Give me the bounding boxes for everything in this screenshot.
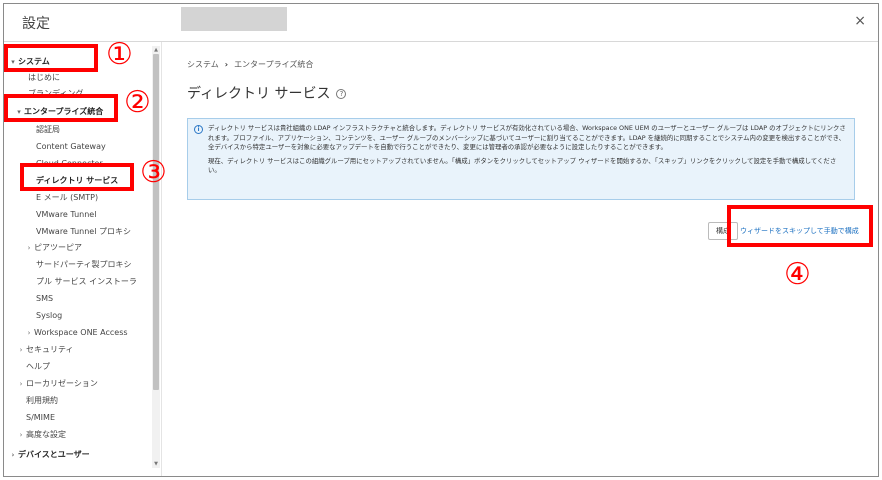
info-text-2: 現在、ディレクトリ サービスはこの組織グループ用にセットアップされていません。「… — [208, 156, 837, 175]
breadcrumb-root[interactable]: システム — [187, 60, 219, 69]
info-text-1: ディレクトリ サービスは貴社組織の LDAP インフラストラクチャと統合します。… — [208, 124, 846, 152]
sidebar-item-terms-of-use[interactable]: 利用規約 — [26, 393, 58, 409]
sidebar-item-pull-service-installer[interactable]: プル サービス インストーラ — [36, 274, 137, 290]
close-icon[interactable]: × — [854, 13, 866, 29]
annotation-number-2: ② — [124, 85, 151, 120]
annotation-number-1: ① — [106, 37, 133, 72]
annotation-box-2 — [4, 94, 118, 122]
sidebar-item-content-gateway[interactable]: Content Gateway — [36, 139, 106, 155]
chevron-right-icon: › — [19, 346, 23, 354]
scroll-down-icon[interactable]: ▼ — [152, 460, 160, 468]
sidebar-item-syslog[interactable]: Syslog — [36, 308, 62, 324]
annotation-number-3: ③ — [140, 155, 167, 190]
breadcrumb-current[interactable]: エンタープライズ統合 — [234, 60, 313, 69]
settings-title: 設定 — [22, 16, 50, 32]
scroll-up-icon[interactable]: ▲ — [152, 46, 160, 54]
chevron-right-icon: › — [19, 380, 23, 388]
sidebar-item-security[interactable]: › セキュリティ — [16, 342, 74, 358]
sidebar-item-peer-to-peer[interactable]: › ピアツーピア — [24, 240, 82, 256]
sidebar-item-sms[interactable]: SMS — [36, 291, 53, 307]
sidebar-item-workspace-one-access[interactable]: › Workspace ONE Access — [24, 325, 128, 341]
annotation-number-4: ④ — [784, 257, 811, 292]
redacted-area — [181, 7, 287, 31]
chevron-right-icon: › — [11, 451, 15, 459]
annotation-box-4 — [727, 205, 873, 247]
settings-header: 設定 × — [4, 4, 878, 42]
chevron-right-icon: › — [224, 60, 229, 69]
breadcrumb: システム › エンタープライズ統合 — [187, 59, 313, 70]
sidebar-item-third-party-proxy[interactable]: サードパーティ製プロキシ — [36, 257, 132, 273]
sidebar-item-advanced[interactable]: › 高度な設定 — [16, 427, 66, 443]
annotation-box-3 — [20, 163, 134, 191]
sidebar-item-email-smtp[interactable]: E メール (SMTP) — [36, 190, 98, 206]
scrollbar-thumb[interactable] — [153, 54, 159, 390]
chevron-right-icon: › — [27, 244, 31, 252]
sidebar-scrollbar[interactable]: ▲ ▼ — [152, 46, 160, 468]
chevron-right-icon: › — [19, 431, 23, 439]
info-icon: i — [194, 125, 203, 134]
info-banner: i ディレクトリ サービスは貴社組織の LDAP インフラストラクチャと統合しま… — [187, 118, 855, 200]
sidebar-item-certificate-authority[interactable]: 認証局 — [36, 122, 60, 138]
sidebar-item-vmware-tunnel-proxy[interactable]: VMware Tunnel プロキシ — [36, 224, 131, 240]
help-icon[interactable]: ? — [336, 89, 347, 99]
sidebar-item-smime[interactable]: S/MIME — [26, 410, 55, 426]
annotation-box-1 — [4, 44, 98, 72]
chevron-right-icon: › — [27, 329, 31, 337]
sidebar-item-getting-started[interactable]: はじめに — [28, 70, 60, 86]
page-title: ディレクトリ サービス? — [187, 83, 347, 103]
main-content: システム › エンタープライズ統合 ディレクトリ サービス? i ディレクトリ サー… — [163, 42, 878, 476]
sidebar-item-devices-and-users[interactable]: › デバイスとユーザー — [8, 447, 90, 463]
sidebar-item-help[interactable]: ヘルプ — [26, 359, 50, 375]
sidebar-item-localization[interactable]: › ローカリゼーション — [16, 376, 98, 392]
sidebar-item-vmware-tunnel[interactable]: VMware Tunnel — [36, 207, 96, 223]
